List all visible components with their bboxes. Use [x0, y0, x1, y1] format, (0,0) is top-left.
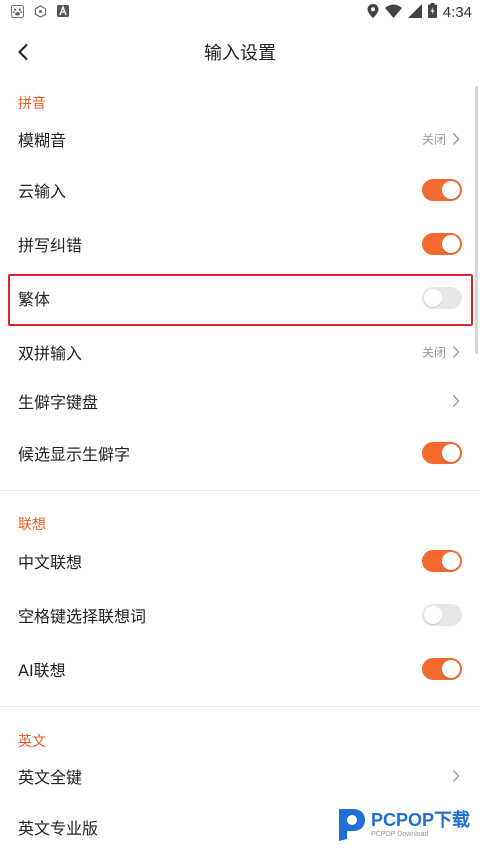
row-space-select-association[interactable]: 空格键选择联想词 — [0, 588, 478, 642]
row-fuzzy-sound[interactable]: 模糊音 关闭 — [0, 112, 478, 166]
chevron-right-icon — [452, 769, 460, 783]
scrollbar[interactable] — [475, 86, 478, 354]
watermark-subtext: PCPOP Download — [370, 830, 429, 838]
header: 输入设置 — [0, 26, 480, 78]
chinese-association-toggle[interactable] — [422, 550, 462, 572]
ai-association-toggle[interactable] — [422, 658, 462, 680]
row-label: 双拼输入 — [18, 344, 83, 363]
battery-icon — [427, 3, 437, 22]
row-value: 关闭 — [421, 132, 446, 147]
section-divider — [0, 490, 480, 491]
section-title-pinyin: 拼音 — [18, 96, 46, 112]
row-ai-association[interactable]: AI联想 — [0, 642, 478, 696]
row-label: 空格键选择联想词 — [18, 607, 147, 626]
highlight-box — [8, 274, 473, 326]
signal-icon — [407, 3, 422, 22]
row-rare-char-keyboard[interactable]: 生僻字键盘 — [0, 374, 478, 428]
row-spell-correction[interactable]: 拼写纠错 — [0, 217, 478, 271]
pcpop-logo-icon — [338, 809, 365, 841]
status-bar: 4:34 — [0, 0, 480, 26]
row-label: 云输入 — [18, 182, 67, 201]
wifi-icon — [384, 3, 402, 22]
chevron-right-icon — [452, 132, 460, 146]
section-divider — [0, 706, 480, 707]
section-title-english: 英文 — [18, 734, 46, 750]
status-time: 4:34 — [442, 4, 472, 21]
watermark-text: PCPOP下载 — [370, 809, 470, 830]
section-title-association: 联想 — [18, 517, 46, 533]
row-value: 关闭 — [421, 345, 446, 360]
page-title: 输入设置 — [204, 43, 276, 64]
space-select-association-toggle[interactable] — [422, 604, 462, 626]
toggle-knob — [442, 444, 460, 462]
toggle-knob — [442, 660, 460, 678]
row-english-full-keyboard[interactable]: 英文全键 — [0, 749, 478, 803]
toggle-knob — [442, 181, 460, 199]
row-label: AI联想 — [18, 661, 66, 680]
toggle-knob — [442, 235, 460, 253]
a-app-icon — [56, 4, 70, 18]
row-label: 拼写纠错 — [18, 236, 83, 255]
baidu-paw-icon — [10, 4, 24, 18]
row-label: 候选显示生僻字 — [18, 445, 131, 464]
toggle-knob — [442, 552, 460, 570]
show-rare-candidates-toggle[interactable] — [422, 442, 462, 464]
cloud-input-toggle[interactable] — [422, 179, 462, 201]
toggle-knob — [424, 606, 442, 624]
watermark: PCPOP下载 PCPOP Download — [333, 805, 470, 843]
row-double-pinyin[interactable]: 双拼输入 关闭 — [0, 325, 478, 379]
row-label: 生僻字键盘 — [18, 393, 99, 412]
hexagon-app-icon — [33, 4, 47, 18]
chevron-right-icon — [452, 345, 460, 359]
chevron-right-icon — [452, 394, 460, 408]
row-label: 中文联想 — [18, 553, 83, 572]
row-cloud-input[interactable]: 云输入 — [0, 163, 478, 217]
row-chinese-association[interactable]: 中文联想 — [0, 534, 478, 588]
row-label: 英文专业版 — [18, 819, 99, 838]
row-label: 英文全键 — [18, 768, 83, 787]
location-icon — [367, 3, 379, 22]
row-show-rare-candidates[interactable]: 候选显示生僻字 — [0, 426, 478, 480]
spell-correction-toggle[interactable] — [422, 233, 462, 255]
row-label: 模糊音 — [18, 131, 67, 150]
